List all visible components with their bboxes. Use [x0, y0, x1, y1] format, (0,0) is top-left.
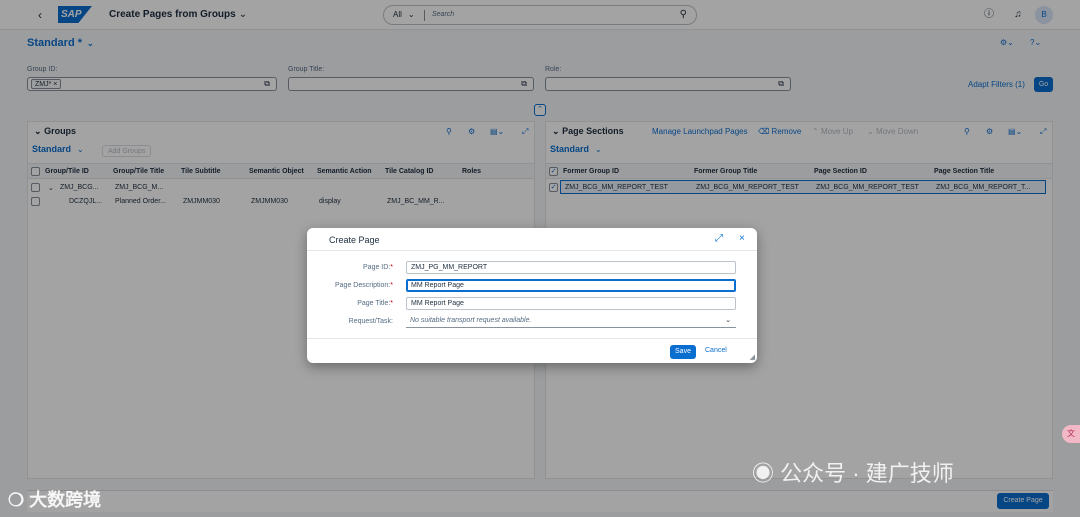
dialog-title: Create Page [329, 235, 380, 245]
request-task-label: Request/Task: [348, 318, 393, 325]
required-marker: * [390, 264, 393, 271]
required-marker: * [390, 300, 393, 307]
page-id-label: Page ID:* [307, 264, 393, 271]
wechat-icon: ◉ [752, 461, 775, 486]
brand-logo-icon: ❍ [8, 490, 25, 510]
create-page-dialog: Create Page ⤢ × Page ID:* ZMJ_PG_MM_REPO… [307, 228, 757, 363]
required-marker: * [390, 282, 393, 289]
page-description-input[interactable]: MM Report Page [406, 279, 736, 292]
resize-handle-icon[interactable]: ◢ [750, 353, 755, 361]
expand-icon[interactable]: ⤢ [715, 233, 723, 244]
page-description-label: Page Description:* [307, 282, 393, 289]
page-id-input[interactable]: ZMJ_PG_MM_REPORT [406, 261, 736, 274]
label-text: Page Title: [357, 300, 391, 307]
save-button[interactable]: Save [670, 345, 696, 359]
cancel-button[interactable]: Cancel [705, 347, 727, 354]
translate-icon[interactable]: 文 [1062, 425, 1080, 443]
dialog-header-divider [307, 250, 757, 251]
page-title-label: Page Title:* [307, 300, 393, 307]
page-title-input[interactable]: MM Report Page [406, 297, 736, 310]
request-task-value: No suitable transport request available. [410, 317, 532, 324]
close-icon[interactable]: × [739, 233, 745, 244]
wechat-watermark: ◉ 公众号 · 建广技师 [752, 456, 954, 488]
dialog-footer-divider [307, 338, 757, 339]
wechat-watermark-text: 公众号 · 建广技师 [780, 461, 954, 486]
corner-watermark-text: 大数跨境 [29, 490, 102, 510]
request-task-select[interactable]: No suitable transport request available.… [406, 315, 736, 328]
label-text: Page Description: [335, 282, 391, 289]
corner-watermark: ❍ 大数跨境 [8, 486, 101, 512]
label-text: Page ID: [363, 264, 391, 271]
chevron-down-icon[interactable]: ⌄ [725, 315, 731, 326]
